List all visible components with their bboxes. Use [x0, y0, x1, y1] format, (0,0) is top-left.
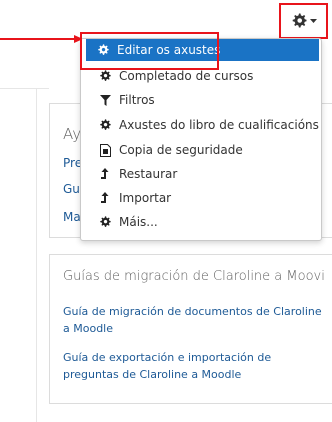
course-actions-toggle[interactable] [279, 3, 328, 39]
level-up-icon [97, 167, 113, 181]
menu-item-more[interactable]: Máis... [88, 211, 319, 233]
menu-item-label: Copia de seguridade [119, 143, 243, 157]
gear-icon [97, 69, 113, 83]
chevron-down-icon [309, 18, 317, 24]
menu-item-restore[interactable]: Restaurar [88, 163, 319, 185]
annotation-highlight-box [80, 32, 219, 70]
level-up-icon [97, 191, 113, 205]
annotation-arrow [0, 35, 83, 43]
menu-item-filters[interactable]: Filtros [88, 89, 319, 111]
backup-file-icon [97, 143, 113, 157]
menu-item-label: Completado de cursos [119, 69, 254, 83]
block-link[interactable]: Guía de migración de documentos de Claro… [63, 303, 328, 337]
block-title: Guías de migración de Claroline a Moovi [63, 269, 325, 284]
menu-item-gradebook-settings[interactable]: Axustes do libro de cualificacións [88, 114, 319, 136]
block-link[interactable]: Guía de exportación e importación de pre… [63, 349, 328, 383]
filter-icon [97, 93, 113, 107]
menu-item-backup[interactable]: Copia de seguridade [88, 139, 319, 161]
gear-icon [97, 215, 113, 229]
menu-item-import[interactable]: Importar [88, 187, 319, 209]
menu-item-label: Importar [119, 191, 172, 205]
page-divider [0, 88, 49, 89]
menu-item-label: Axustes do libro de cualificacións [119, 118, 319, 132]
page-divider [36, 88, 37, 422]
menu-item-label: Máis... [119, 215, 158, 229]
migration-guides-block: Guías de migración de Claroline a Moovi … [49, 254, 332, 404]
menu-item-label: Filtros [119, 93, 155, 107]
menu-item-label: Restaurar [119, 167, 178, 181]
gear-icon [291, 13, 307, 29]
gear-icon [97, 118, 113, 132]
